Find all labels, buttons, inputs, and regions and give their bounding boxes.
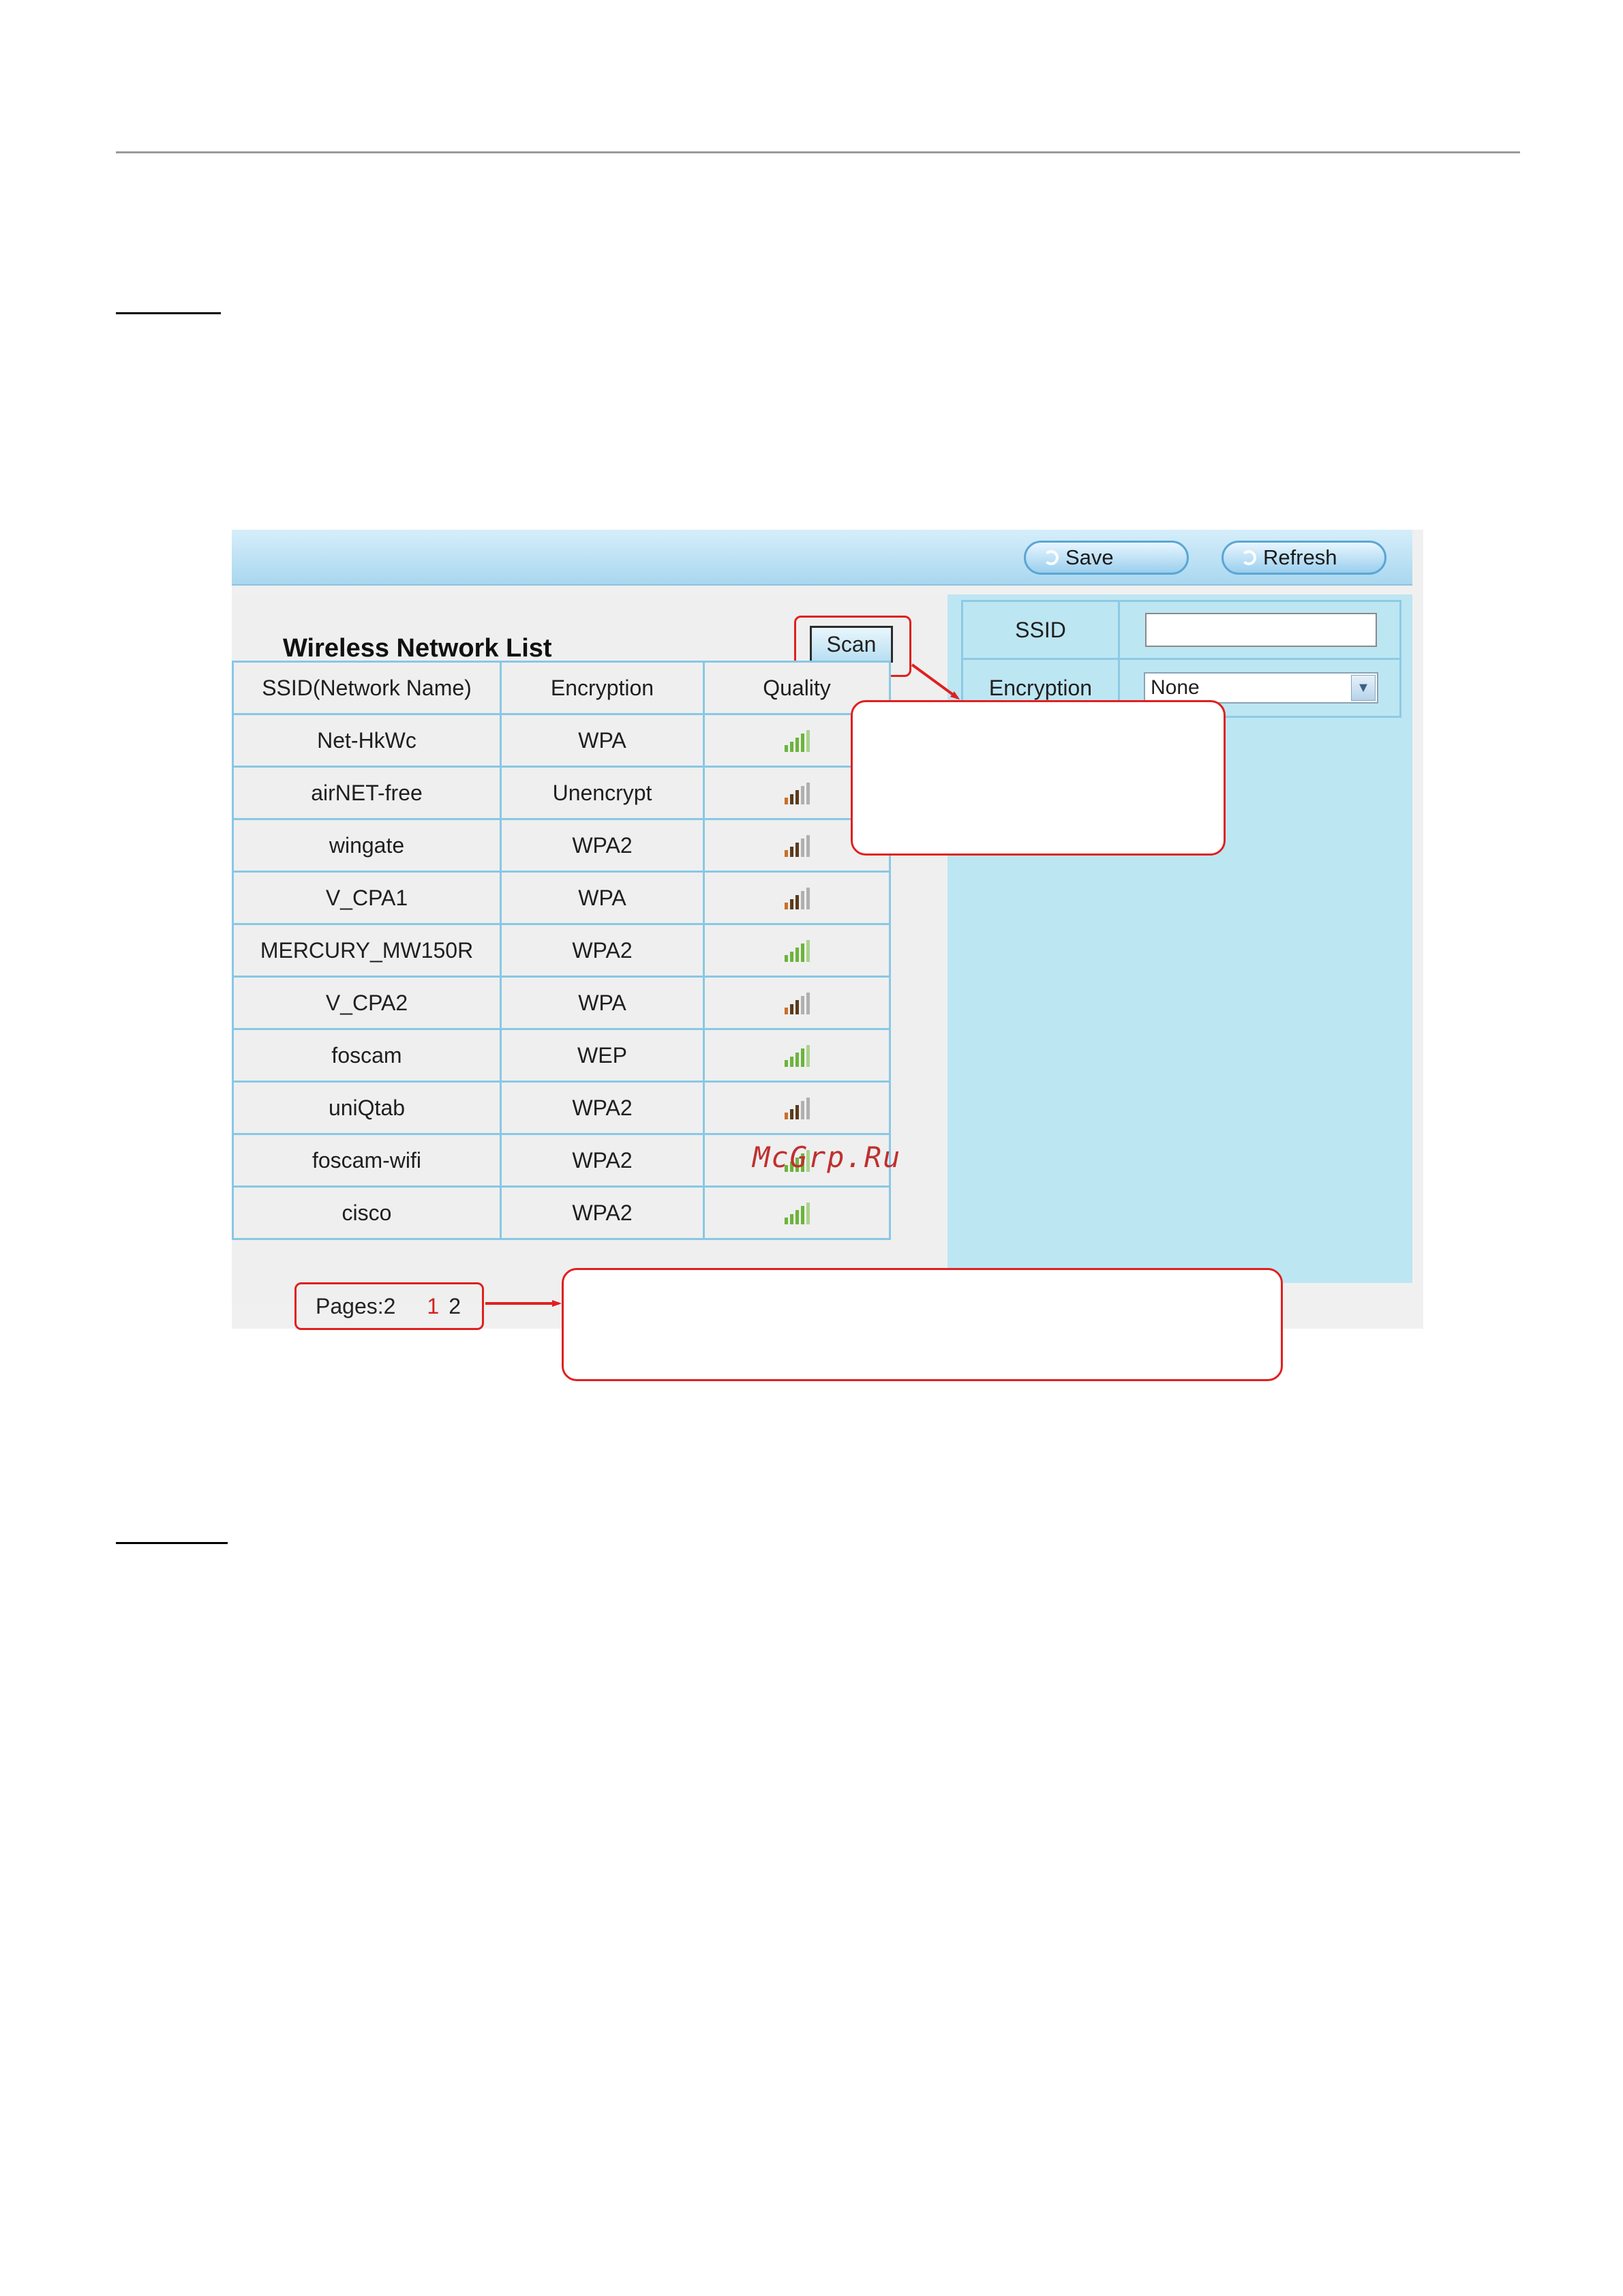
table-row[interactable]: Net-HkWc WPA	[232, 713, 891, 768]
network-list-area: Wireless Network List Scan SSID(Network …	[232, 594, 947, 1303]
chevron-down-icon[interactable]: ▼	[1351, 675, 1376, 701]
ssid-input[interactable]	[1145, 613, 1377, 647]
encryption-select[interactable]: None ▼	[1144, 672, 1378, 704]
network-ssid-cell: airNET-free	[232, 766, 502, 820]
network-ssid-cell: Net-HkWc	[232, 713, 502, 768]
network-encryption-cell: WPA2	[500, 1081, 705, 1135]
table-row[interactable]: MERCURY_MW150R WPA2	[232, 923, 891, 978]
section-underline-top	[116, 312, 221, 314]
network-quality-cell	[703, 1081, 891, 1135]
network-encryption-cell: WPA	[500, 713, 705, 768]
signal-strength-icon	[784, 1098, 810, 1120]
network-encryption-cell: WPA	[500, 871, 705, 925]
table-row[interactable]: foscam WEP	[232, 1028, 891, 1083]
column-header-ssid: SSID(Network Name)	[232, 661, 502, 715]
pagination-callout-box	[562, 1268, 1283, 1381]
toolbar: Save Refresh	[232, 530, 1412, 586]
column-header-encryption: Encryption	[500, 661, 705, 715]
network-encryption-cell: WEP	[500, 1028, 705, 1083]
network-encryption-cell: WPA2	[500, 818, 705, 873]
watermark-text: McGrp.Ru	[753, 1141, 902, 1174]
network-quality-cell	[703, 871, 891, 925]
network-list-title: Wireless Network List	[283, 634, 552, 663]
network-quality-cell	[703, 923, 891, 978]
network-quality-cell	[703, 976, 891, 1030]
network-quality-cell	[703, 1028, 891, 1083]
network-ssid-cell: wingate	[232, 818, 502, 873]
table-row[interactable]: V_CPA2 WPA	[232, 976, 891, 1030]
page-link-next[interactable]: 2	[449, 1294, 461, 1319]
network-settings-panel: SSID Encryption None ▼	[947, 594, 1412, 1283]
network-ssid-cell: MERCURY_MW150R	[232, 923, 502, 978]
table-row[interactable]: uniQtab WPA2	[232, 1081, 891, 1135]
ssid-row: SSID	[961, 600, 1401, 660]
signal-strength-icon	[784, 993, 810, 1015]
refresh-icon	[1241, 550, 1256, 565]
network-ssid-cell: cisco	[232, 1185, 502, 1240]
network-ssid-cell: V_CPA1	[232, 871, 502, 925]
wireless-settings-screenshot: Save Refresh Wireless Network List Scan …	[232, 530, 1423, 1330]
network-encryption-cell: WPA	[500, 976, 705, 1030]
refresh-button-label: Refresh	[1263, 545, 1337, 569]
network-ssid-cell: foscam	[232, 1028, 502, 1083]
section-underline-bottom	[116, 1542, 228, 1544]
scan-callout-box	[851, 700, 1226, 856]
signal-strength-icon	[784, 940, 810, 963]
network-encryption-cell: WPA2	[500, 1133, 705, 1188]
save-button-label: Save	[1065, 545, 1114, 569]
signal-strength-icon	[784, 783, 810, 805]
network-ssid-cell: foscam-wifi	[232, 1133, 502, 1188]
signal-strength-icon	[784, 835, 810, 858]
network-ssid-cell: V_CPA2	[232, 976, 502, 1030]
table-header-row: SSID(Network Name) Encryption Quality	[232, 661, 891, 715]
table-row[interactable]: airNET-free Unencrypt	[232, 766, 891, 820]
save-icon	[1044, 550, 1059, 565]
signal-strength-icon	[784, 1203, 810, 1225]
page-link-current[interactable]: 1	[427, 1294, 439, 1319]
network-encryption-cell: Unencrypt	[500, 766, 705, 820]
network-encryption-cell: WPA2	[500, 1185, 705, 1240]
pages-count-label: Pages:2	[316, 1293, 396, 1318]
signal-strength-icon	[784, 1045, 810, 1068]
table-row[interactable]: cisco WPA2	[232, 1185, 891, 1240]
network-quality-cell	[703, 1185, 891, 1240]
network-ssid-cell: uniQtab	[232, 1081, 502, 1135]
page-header-rule	[116, 151, 1520, 153]
pagination: Pages:2 1 2	[294, 1282, 484, 1330]
save-button[interactable]: Save	[1024, 541, 1189, 575]
table-row[interactable]: V_CPA1 WPA	[232, 871, 891, 925]
network-encryption-cell: WPA2	[500, 923, 705, 978]
refresh-button[interactable]: Refresh	[1222, 541, 1386, 575]
signal-strength-icon	[784, 730, 810, 753]
ssid-label: SSID	[961, 600, 1120, 660]
signal-strength-icon	[784, 888, 810, 910]
encryption-select-value: None	[1151, 676, 1200, 699]
table-row[interactable]: wingate WPA2	[232, 818, 891, 873]
